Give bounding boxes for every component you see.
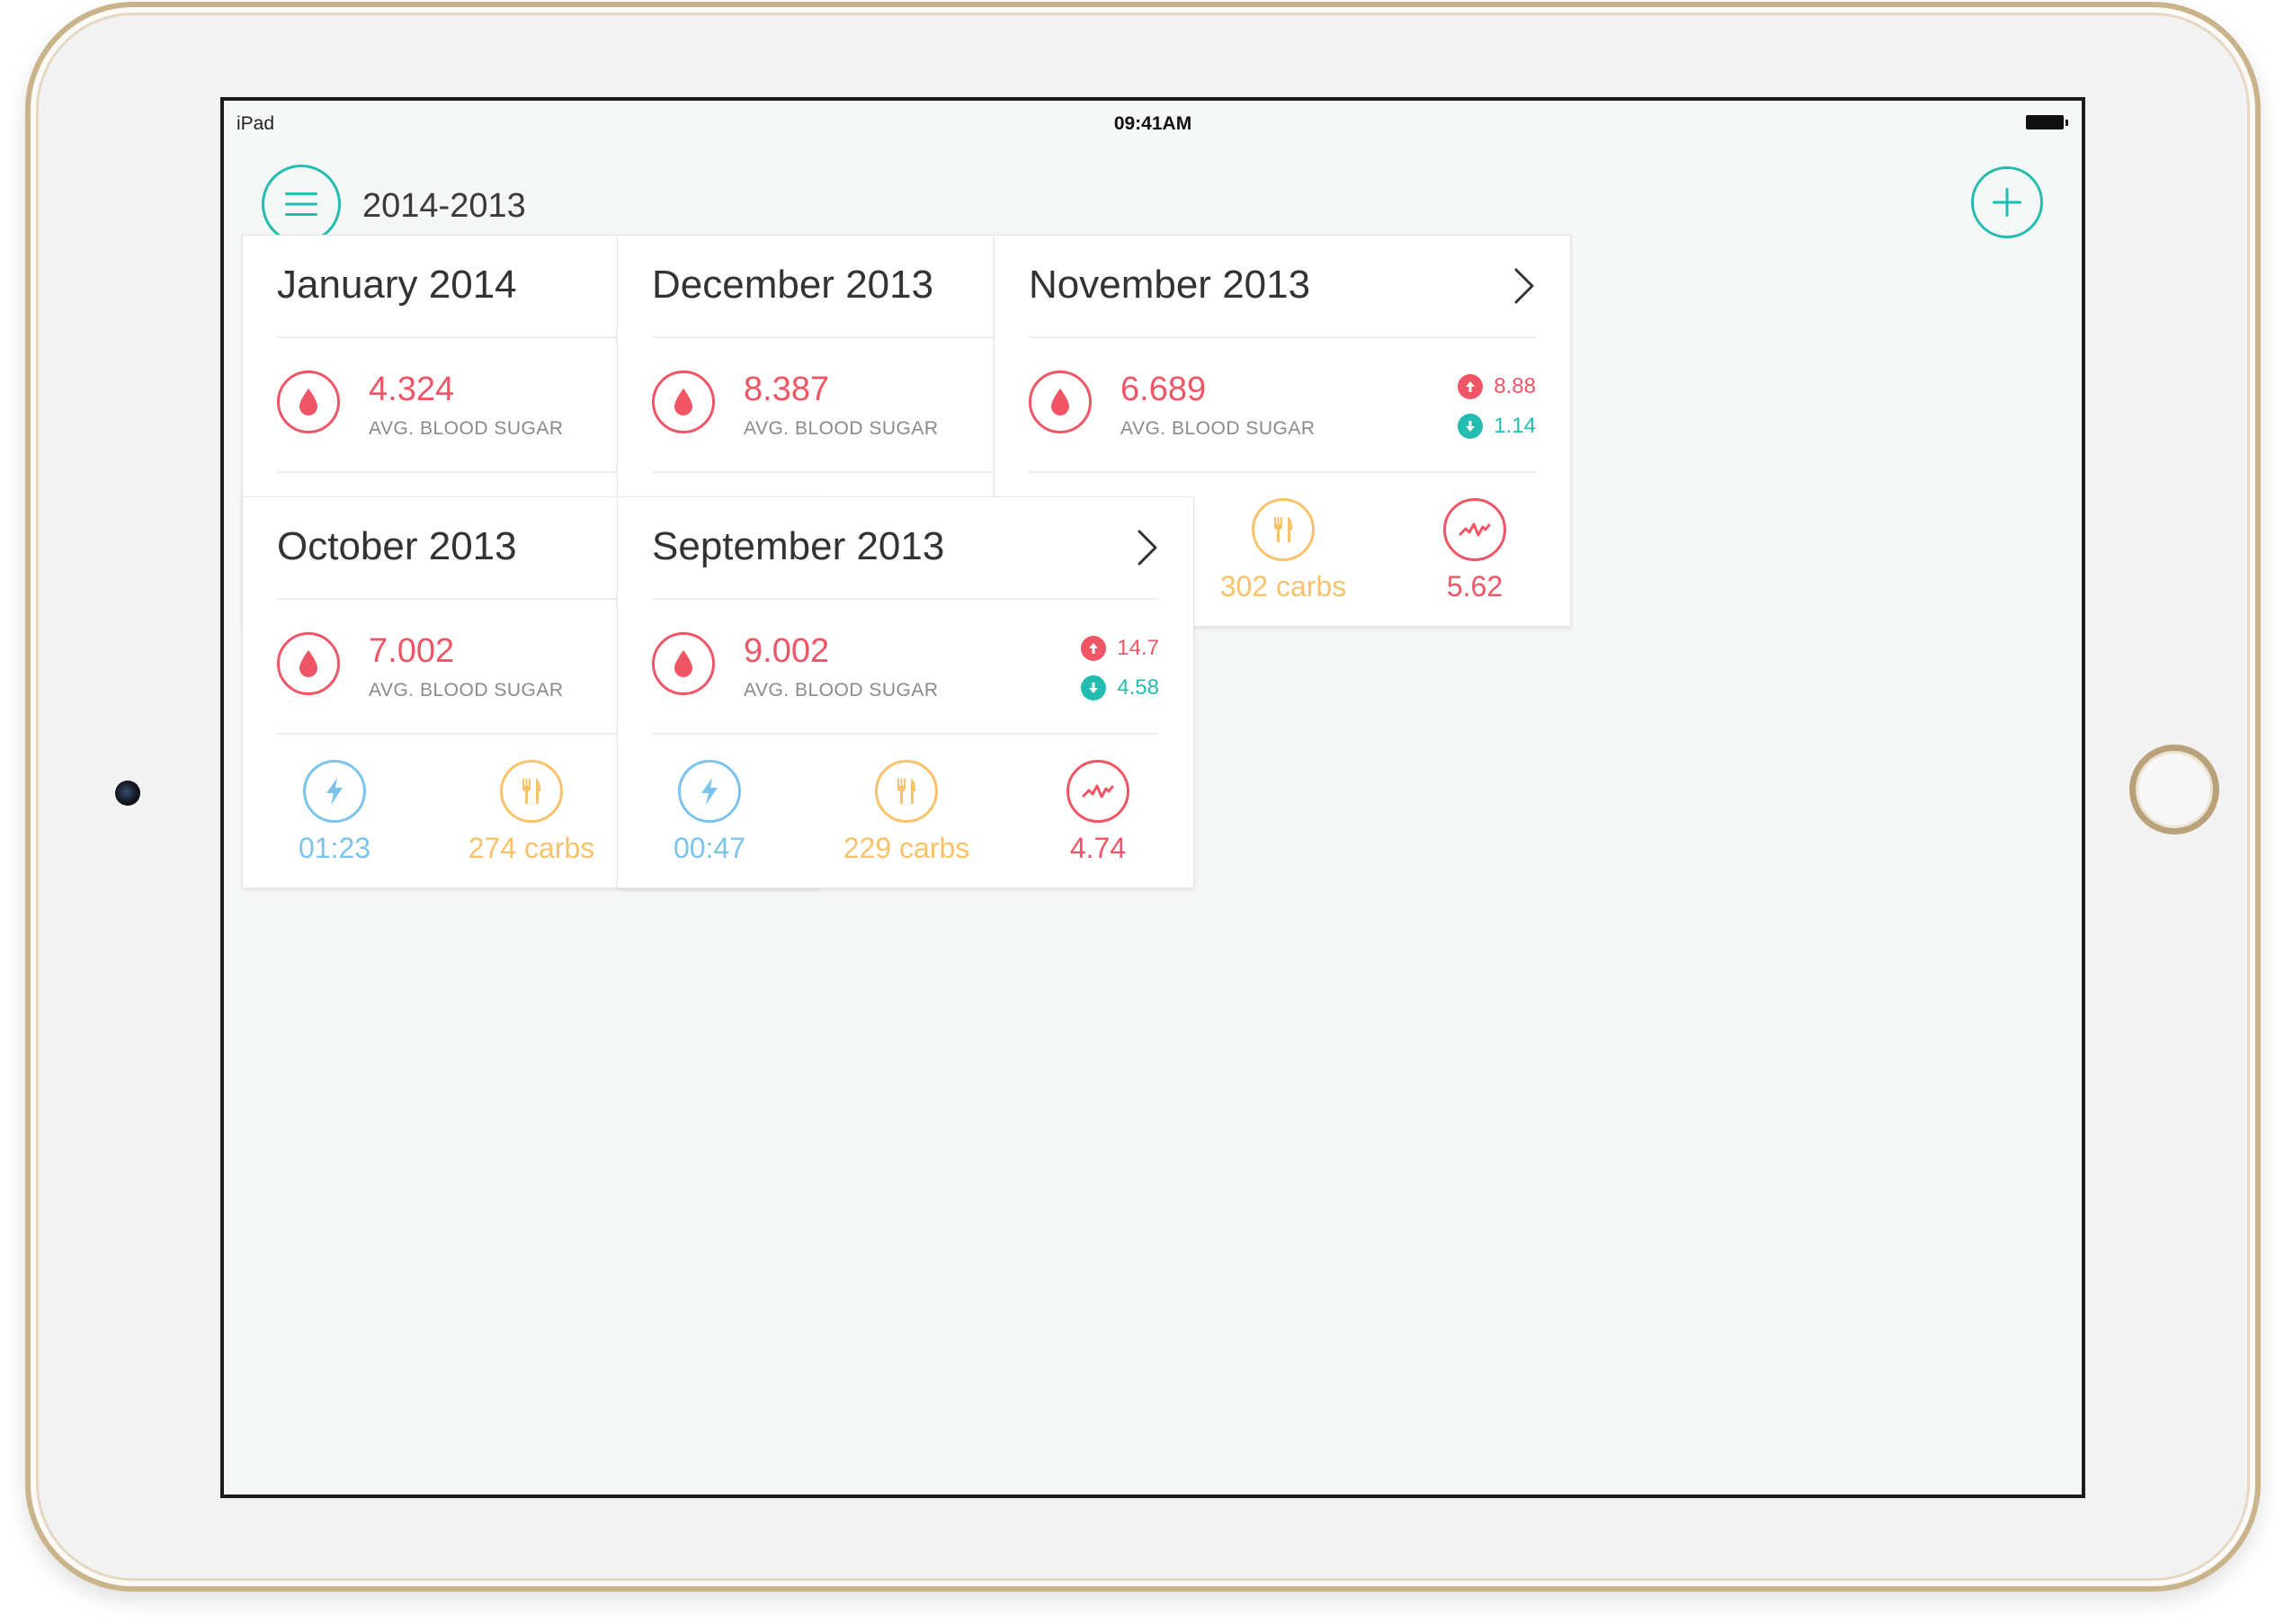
avg-blood-sugar-label: AVG. BLOOD SUGAR xyxy=(744,418,939,439)
hamburger-icon xyxy=(285,192,317,216)
carbs-value: 274 carbs xyxy=(468,832,595,864)
high-value: 8.88 xyxy=(1494,374,1536,398)
stats-row: 00:47 229 carbs 4.74 xyxy=(652,733,1159,889)
month-title: October 2013 xyxy=(277,524,517,568)
chevron-right-icon[interactable] xyxy=(1136,528,1159,567)
avg-blood-sugar-label: AVG. BLOOD SUGAR xyxy=(744,680,939,700)
high-reading: 8.88 xyxy=(1458,374,1536,399)
low-value: 4.58 xyxy=(1117,675,1159,700)
trend-value: 5.62 xyxy=(1446,570,1503,602)
chevron-right-icon[interactable] xyxy=(1512,266,1536,306)
trend-line-icon xyxy=(1443,498,1506,561)
carbs-value: 302 carbs xyxy=(1219,570,1347,602)
month-title: November 2013 xyxy=(1029,263,1311,307)
month-title: September 2013 xyxy=(652,524,945,568)
month-card[interactable]: September 2013 9.002 AVG. BLOOD SUGAR 14… xyxy=(617,496,1194,888)
blood-drop-icon xyxy=(1029,370,1092,433)
arrow-down-icon xyxy=(1458,414,1484,439)
menu-button[interactable] xyxy=(262,165,341,244)
avg-blood-sugar-value: 9.002 xyxy=(744,632,830,670)
activity-stat: 00:47 xyxy=(620,733,799,865)
add-button[interactable] xyxy=(1971,166,2043,238)
blood-sugar-row: 9.002 AVG. BLOOD SUGAR 14.7 4.58 xyxy=(652,598,1159,735)
battery-icon xyxy=(2026,115,2068,129)
lightning-icon xyxy=(303,760,366,823)
blood-sugar-row: 6.689 AVG. BLOOD SUGAR 8.88 1.14 xyxy=(1029,336,1536,473)
camera-icon xyxy=(115,781,140,806)
activity-time-value: 00:47 xyxy=(673,832,746,864)
low-reading: 4.58 xyxy=(1081,675,1159,700)
blood-drop-icon xyxy=(277,632,340,695)
low-reading: 1.14 xyxy=(1458,414,1536,439)
trend-value: 4.74 xyxy=(1069,832,1127,864)
month-card-header[interactable]: November 2013 xyxy=(1029,236,1536,338)
arrow-up-icon xyxy=(1081,636,1107,661)
carbs-stat: 229 carbs xyxy=(816,733,996,865)
avg-blood-sugar-label: AVG. BLOOD SUGAR xyxy=(369,680,564,700)
blood-drop-icon xyxy=(277,370,340,433)
avg-blood-sugar-value: 8.387 xyxy=(744,370,830,408)
low-value: 1.14 xyxy=(1494,414,1536,438)
trend-line-icon xyxy=(1066,760,1129,823)
fork-knife-icon xyxy=(875,760,938,823)
high-value: 14.7 xyxy=(1117,636,1159,660)
carbs-value: 229 carbs xyxy=(843,832,970,864)
month-card-header[interactable]: September 2013 xyxy=(652,497,1159,600)
avg-blood-sugar-value: 7.002 xyxy=(369,632,455,670)
high-reading: 14.7 xyxy=(1081,636,1159,661)
page-title: 2014-2013 xyxy=(362,187,526,225)
plus-icon xyxy=(1993,188,2021,217)
carbs-stat: 274 carbs xyxy=(442,733,621,865)
avg-blood-sugar-label: AVG. BLOOD SUGAR xyxy=(1120,418,1316,439)
arrow-up-icon xyxy=(1458,374,1484,399)
lightning-icon xyxy=(678,760,741,823)
blood-drop-icon xyxy=(652,632,715,695)
avg-blood-sugar-value: 4.324 xyxy=(369,370,455,408)
blood-drop-icon xyxy=(652,370,715,433)
activity-stat: 01:23 xyxy=(245,733,424,865)
activity-time-value: 01:23 xyxy=(298,832,371,864)
status-time: 09:41AM xyxy=(1113,113,1192,134)
carbs-stat: 302 carbs xyxy=(1193,471,1373,603)
avg-blood-sugar-label: AVG. BLOOD SUGAR xyxy=(369,418,564,439)
arrow-down-icon xyxy=(1081,675,1107,700)
avg-blood-sugar-value: 6.689 xyxy=(1120,370,1207,408)
trend-stat: 4.74 xyxy=(1008,733,1188,865)
trend-stat: 5.62 xyxy=(1385,471,1565,603)
home-button[interactable] xyxy=(2129,745,2219,834)
status-bar: iPad 09:41AM xyxy=(224,101,2082,144)
month-title: January 2014 xyxy=(277,263,517,307)
fork-knife-icon xyxy=(1252,498,1315,561)
month-title: December 2013 xyxy=(652,263,934,307)
screen: iPad 09:41AM 2014-2013 January 2014 4.32… xyxy=(220,97,2085,1498)
fork-knife-icon xyxy=(500,760,563,823)
